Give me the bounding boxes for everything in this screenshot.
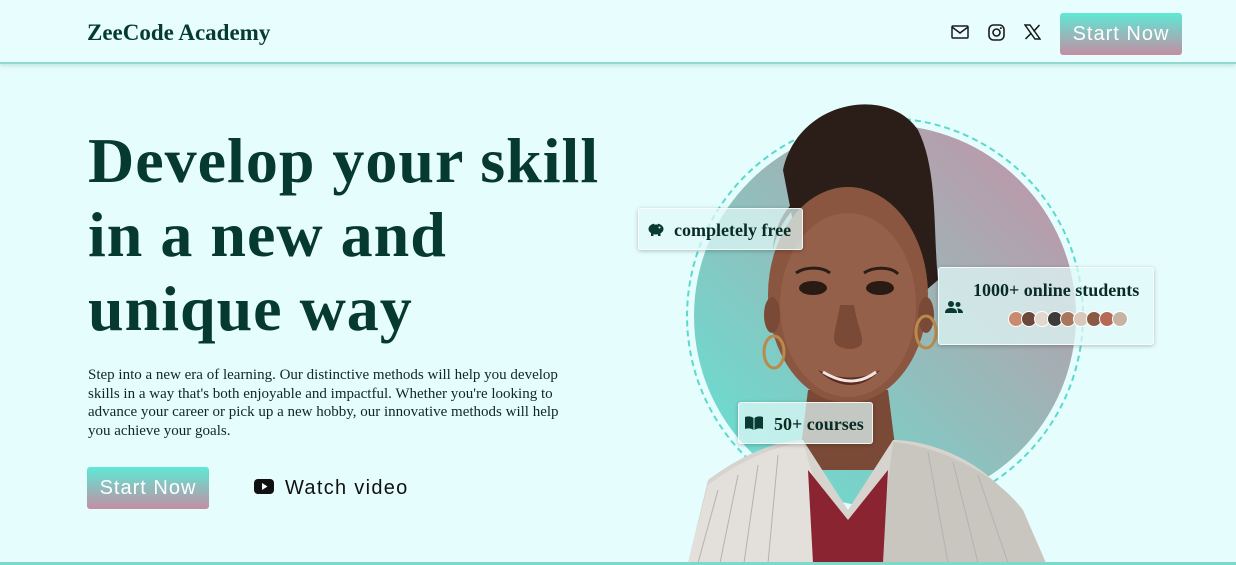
hero-start-now-button[interactable]: Start Now xyxy=(87,467,209,509)
x-icon[interactable] xyxy=(1022,22,1042,42)
hero-description: Step into a new era of learning. Our dis… xyxy=(88,367,559,439)
watch-video-label: Watch video xyxy=(285,476,409,499)
instagram-icon[interactable] xyxy=(986,22,1006,42)
top-navbar: ZeeCode Academy Start Now xyxy=(0,0,1236,64)
badge-courses: 50+ courses xyxy=(738,402,873,444)
hero-title: Develop your skill in a new and unique w… xyxy=(88,125,600,344)
logo[interactable]: ZeeCode Academy xyxy=(87,20,270,46)
student-avatars xyxy=(1008,311,1128,327)
badge-completely-free: completely free xyxy=(638,208,803,250)
book-open-icon xyxy=(744,415,764,436)
mail-icon[interactable] xyxy=(950,22,970,42)
youtube-icon xyxy=(254,477,274,500)
badge-online-students: 1000+ online students xyxy=(938,267,1154,345)
users-icon xyxy=(944,300,964,319)
piggy-bank-icon xyxy=(647,221,665,242)
badge-students-label: 1000+ online students xyxy=(973,280,1140,300)
badge-courses-label: 50+ courses xyxy=(774,414,864,434)
avatar xyxy=(1112,311,1128,327)
watch-video-button[interactable]: Watch video xyxy=(254,475,409,501)
badge-free-label: completely free xyxy=(674,220,792,240)
header-start-now-button[interactable]: Start Now xyxy=(1060,13,1182,55)
